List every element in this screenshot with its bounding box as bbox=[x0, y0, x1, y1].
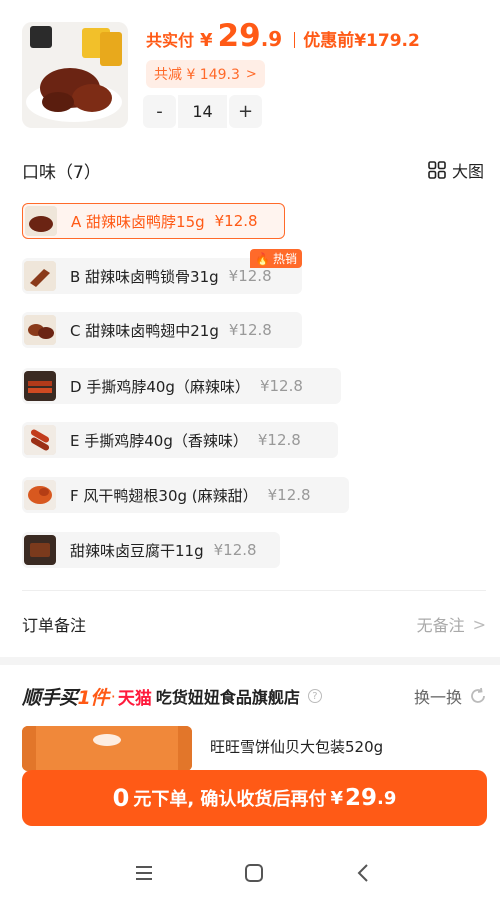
flavor-option-price: ¥12.8 bbox=[259, 377, 303, 395]
flavor-option-label: B 甜辣味卤鸭锁骨31g bbox=[70, 267, 219, 286]
total-price-integer: 29 bbox=[217, 18, 261, 54]
total-price-decimal: .9 bbox=[260, 27, 283, 51]
flavor-option-price: ¥12.8 bbox=[228, 321, 272, 339]
cta-text: 元下单, 确认收货后再付 bbox=[133, 789, 327, 810]
quantity-stepper: - 14 + bbox=[143, 95, 262, 128]
order-remark-value: 无备注 > bbox=[417, 612, 486, 636]
flavor-option-label: 甜辣味卤豆腐干11g bbox=[70, 541, 204, 560]
hot-sale-label: 热销 bbox=[272, 252, 297, 266]
flavor-option-label: E 手撕鸡脖40g（香辣味） bbox=[70, 431, 248, 450]
flavor-option-label: F 风干鸭翅根30g (麻辣甜） bbox=[70, 486, 258, 505]
refresh-icon bbox=[471, 687, 485, 703]
flavor-thumbnail bbox=[24, 425, 56, 455]
flavor-title: 口味（7） bbox=[22, 162, 101, 183]
discount-tag[interactable]: 共减 ¥ 149.3 > bbox=[146, 60, 265, 88]
flavor-option-price: ¥12.8 bbox=[213, 541, 257, 559]
decrease-button[interactable]: - bbox=[143, 95, 176, 128]
cta-amount-decimal: .9 bbox=[376, 787, 397, 809]
flavor-option-label: D 手撕鸡脖40g（麻辣味） bbox=[70, 377, 250, 396]
flavor-thumbnail bbox=[24, 315, 56, 345]
price-row: 共实付 ¥ 29 .9 优惠前 ¥179.2 bbox=[146, 18, 420, 62]
flavor-header: 口味（7） 大图 bbox=[22, 155, 484, 185]
tmall-logo: 天猫 bbox=[117, 688, 152, 709]
flavor-option-c[interactable]: C 甜辣味卤鸭翅中21g ¥12.8 bbox=[22, 312, 302, 348]
home-icon[interactable] bbox=[242, 861, 266, 885]
shunshou-logo: 顺手买1件 bbox=[22, 683, 109, 710]
flavor-option-e[interactable]: E 手撕鸡脖40g（香辣味） ¥12.8 bbox=[22, 422, 338, 458]
original-label: 优惠前 bbox=[303, 31, 355, 51]
big-view-toggle[interactable]: 大图 bbox=[428, 158, 484, 182]
hot-sale-badge: 🔥 热销 bbox=[250, 249, 302, 268]
discount-text: 共减 ¥ 149.3 bbox=[154, 67, 240, 83]
cta-amount-integer: 29 bbox=[344, 785, 377, 811]
flavor-thumbnail bbox=[24, 371, 56, 401]
chevron-right-icon: > bbox=[472, 614, 486, 634]
flavor-option-g[interactable]: 甜辣味卤豆腐干11g ¥12.8 bbox=[22, 532, 280, 568]
product-thumbnail bbox=[22, 22, 128, 128]
original-price: ¥179.2 bbox=[354, 31, 420, 51]
flavor-option-label: C 甜辣味卤鸭翅中21g bbox=[70, 321, 219, 340]
chevron-right-icon: > bbox=[245, 66, 257, 82]
system-nav-bar bbox=[0, 845, 500, 902]
promo-product-image[interactable] bbox=[22, 726, 192, 771]
flavor-option-price: ¥12.8 bbox=[267, 486, 311, 504]
flavor-option-label: A 甜辣味卤鸭脖15g bbox=[71, 212, 205, 231]
price-separator bbox=[294, 32, 296, 48]
flavor-thumbnail bbox=[25, 206, 57, 236]
flavor-option-f[interactable]: F 风干鸭翅根30g (麻辣甜） ¥12.8 bbox=[22, 477, 349, 513]
order-remark-label: 订单备注 bbox=[22, 616, 87, 635]
add-on-promo-header: 顺手买1件 · 天猫 吃货妞妞食品旗舰店 ? 换一换 bbox=[22, 680, 488, 712]
back-icon[interactable] bbox=[352, 861, 376, 885]
fire-icon: 🔥 bbox=[255, 251, 270, 266]
order-summary: 共实付 ¥ 29 .9 优惠前 ¥179.2 共减 ¥ 149.3 > - 14… bbox=[0, 0, 500, 140]
help-icon[interactable]: ? bbox=[307, 689, 322, 703]
order-remark-text: 无备注 bbox=[416, 616, 465, 635]
order-remark-row[interactable]: 订单备注 无备注 > bbox=[22, 606, 486, 642]
refresh-button[interactable]: 换一换 bbox=[414, 684, 488, 708]
total-label: 共实付 bbox=[146, 31, 195, 50]
store-name[interactable]: 吃货妞妞食品旗舰店 bbox=[156, 684, 300, 708]
section-divider bbox=[22, 590, 486, 591]
big-view-label: 大图 bbox=[451, 162, 484, 181]
flavor-option-a[interactable]: A 甜辣味卤鸭脖15g ¥12.8 bbox=[22, 203, 285, 239]
increase-button[interactable]: + bbox=[229, 95, 262, 128]
shunshou-logo-count: 1件 bbox=[77, 686, 110, 709]
flavor-thumbnail bbox=[24, 535, 56, 565]
promo-product-name[interactable]: 旺旺雪饼仙贝大包装520g bbox=[210, 736, 383, 757]
flavor-option-price: ¥12.8 bbox=[257, 431, 301, 449]
section-band bbox=[0, 657, 500, 665]
quantity-value[interactable]: 14 bbox=[176, 95, 229, 128]
checkout-button[interactable]: 0 元下单, 确认收货后再付 ¥ 29 .9 bbox=[22, 770, 487, 826]
grid-icon bbox=[428, 161, 446, 179]
cta-zero: 0 bbox=[112, 784, 130, 812]
flavor-thumbnail bbox=[24, 480, 56, 510]
cta-currency: ¥ bbox=[330, 787, 343, 809]
refresh-label: 换一换 bbox=[413, 688, 462, 707]
currency-symbol: ¥ bbox=[200, 30, 213, 51]
separator-dot: · bbox=[110, 686, 116, 706]
menu-icon[interactable] bbox=[132, 861, 156, 885]
flavor-thumbnail bbox=[24, 261, 56, 291]
flavor-option-price: ¥12.8 bbox=[214, 212, 258, 230]
flavor-option-price: ¥12.8 bbox=[228, 267, 272, 285]
flavor-option-d[interactable]: D 手撕鸡脖40g（麻辣味） ¥12.8 bbox=[22, 368, 341, 404]
shunshou-logo-text: 顺手买 bbox=[22, 686, 78, 709]
